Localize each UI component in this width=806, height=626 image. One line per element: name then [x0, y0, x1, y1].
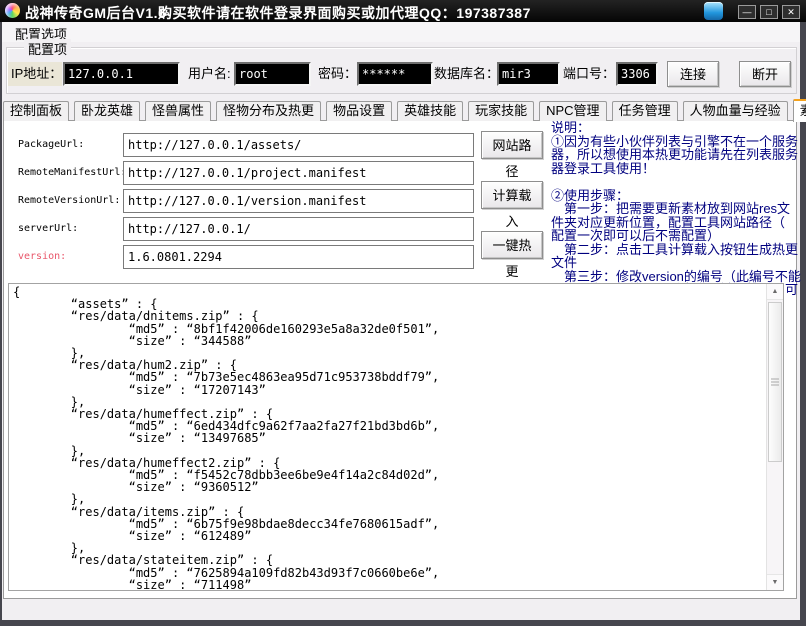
scroll-up-icon[interactable]: ▲: [767, 284, 783, 300]
remoteversionurl-input[interactable]: [123, 189, 474, 213]
tab-wolong-hero[interactable]: 卧龙英雄: [74, 101, 140, 121]
version-input[interactable]: [123, 245, 474, 269]
menubar: 配置选项: [2, 22, 800, 42]
port-label: 端口号：: [563, 62, 615, 86]
version-label: version:: [18, 250, 66, 264]
tab-hero-skills[interactable]: 英雄技能: [397, 101, 463, 121]
password-input[interactable]: [357, 62, 433, 86]
serverurl-input[interactable]: [123, 217, 474, 241]
tab-item-settings[interactable]: 物品设置: [326, 101, 392, 121]
window-border-bottom: [0, 620, 806, 626]
packageurl-label: PackageUrl:: [18, 138, 84, 152]
window-title: 战神传奇GM后台V1.6: [25, 3, 166, 23]
tab-monster-attributes[interactable]: 怪兽属性: [145, 101, 211, 121]
username-label: 用户名:: [188, 62, 231, 86]
remoteversionurl-label: RemoteVersionUrl:: [18, 194, 120, 208]
manifest-output-textarea[interactable]: { “assets” : { “res/data/dnitems.zip” : …: [8, 283, 784, 591]
instructions-text: 说明： ①因为有些小伙伴列表与引擎不在一个服务器，所以想使用本热更功能请先在列表…: [551, 121, 801, 283]
ip-input[interactable]: [63, 62, 180, 86]
maximize-button[interactable]: □: [760, 5, 778, 19]
window-border-left: [0, 22, 2, 626]
website-path-button[interactable]: 网站路径: [481, 131, 543, 159]
calculate-load-button[interactable]: 计算载入: [481, 181, 543, 209]
tab-monster-distribution[interactable]: 怪物分布及热更: [216, 101, 321, 121]
app-logo-icon: [5, 3, 20, 18]
tabstrip: 控制面板 卧龙英雄 怪兽属性 怪物分布及热更 物品设置 英雄技能 玩家技能 NP…: [3, 99, 806, 121]
username-input[interactable]: [234, 62, 311, 86]
database-label: 数据库名：: [434, 62, 499, 86]
database-input[interactable]: [497, 62, 560, 86]
vertical-scrollbar: ▲ ▼: [766, 284, 783, 590]
serverurl-label: serverUrl:: [18, 222, 78, 236]
tab-task-management[interactable]: 任务管理: [612, 101, 678, 121]
scrollbar-grip-icon: [771, 379, 779, 386]
close-button[interactable]: ✕: [782, 5, 800, 19]
packageurl-input[interactable]: [123, 133, 474, 157]
remotemanifesturl-input[interactable]: [123, 161, 474, 185]
config-groupbox-legend: 配置项: [24, 39, 71, 58]
titlebar-notice: 购买软件请在软件登录界面购买或加代理QQ：197387387: [158, 3, 531, 23]
minimize-button[interactable]: —: [738, 5, 756, 19]
tab-npc-management[interactable]: NPC管理: [539, 101, 606, 121]
port-input[interactable]: [616, 62, 658, 86]
tab-asset-hotupdate[interactable]: 素材热更: [793, 99, 806, 122]
gem-icon: [704, 2, 723, 20]
scroll-down-icon[interactable]: ▼: [767, 574, 783, 590]
scrollbar-thumb[interactable]: [768, 302, 782, 462]
tab-hp-exp[interactable]: 人物血量与经验: [683, 101, 788, 121]
app-window: 战神传奇GM后台V1.6 购买软件请在软件登录界面购买或加代理QQ：197387…: [0, 0, 806, 626]
manifest-output-content: { “assets” : { “res/data/dnitems.zip” : …: [13, 286, 763, 589]
tab-control-panel[interactable]: 控制面板: [3, 101, 69, 121]
connect-button[interactable]: 连接: [667, 61, 719, 87]
password-label: 密码：: [318, 62, 357, 86]
tab-player-skills[interactable]: 玩家技能: [468, 101, 534, 121]
remotemanifesturl-label: RemoteManifestUrl:: [18, 166, 126, 180]
ip-label: IP地址：: [8, 62, 62, 86]
disconnect-button[interactable]: 断开: [739, 61, 791, 87]
titlebar: 战神传奇GM后台V1.6 购买软件请在软件登录界面购买或加代理QQ：197387…: [0, 0, 806, 22]
one-key-hotupdate-button[interactable]: 一键热更: [481, 231, 543, 259]
